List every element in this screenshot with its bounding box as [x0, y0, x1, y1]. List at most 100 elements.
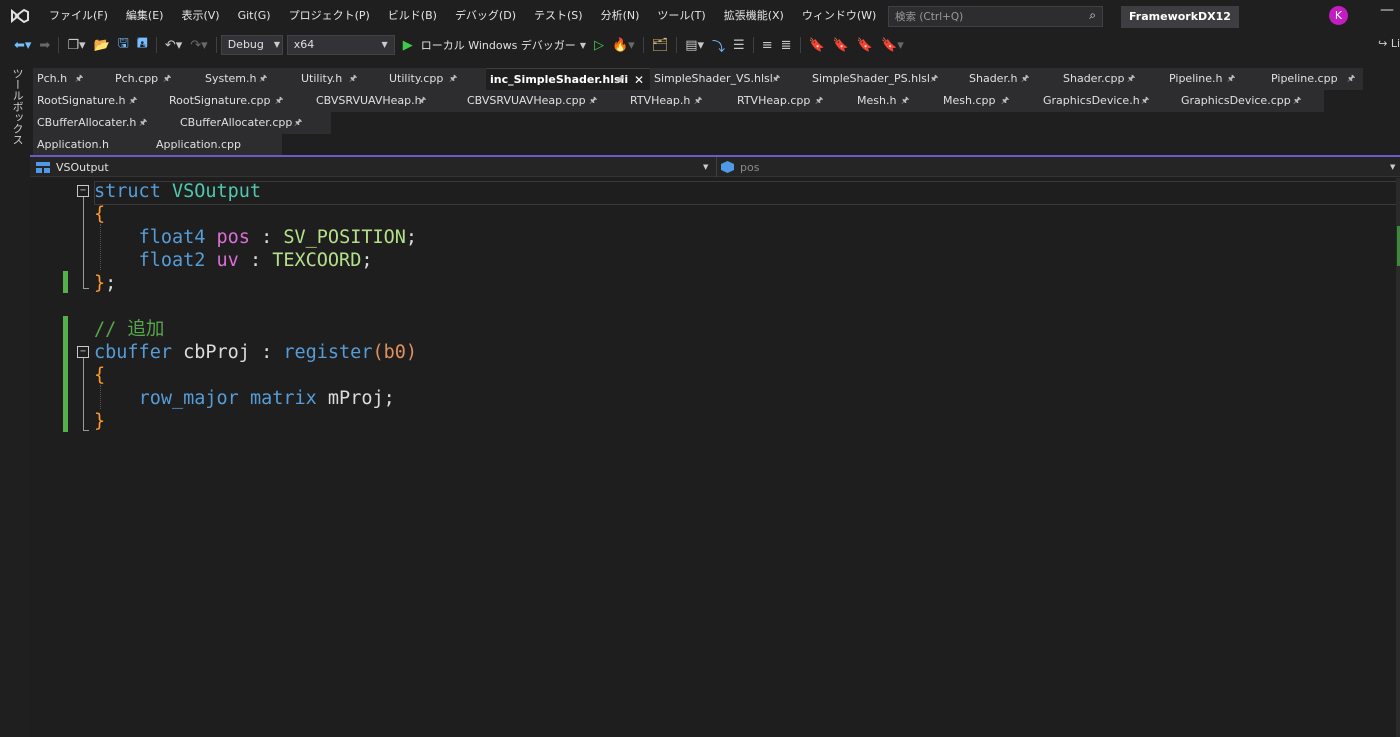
visual-studio-logo-icon[interactable]: [0, 0, 40, 32]
menu-analyze[interactable]: 分析(N): [592, 0, 649, 32]
code-line-2[interactable]: {: [94, 203, 105, 226]
tab-shader-h[interactable]: Shader.h 🖈: [965, 68, 1059, 90]
scope-dropdown[interactable]: VSOutput ▼: [30, 157, 713, 177]
forward-icon[interactable]: ➡: [39, 38, 50, 53]
tab-rootsignature-cpp[interactable]: RootSignature.cpp 🖈: [165, 90, 312, 112]
menu-git[interactable]: Git(G): [229, 0, 280, 32]
pin-icon[interactable]: 🖈: [694, 90, 702, 112]
menu-debug[interactable]: デバッグ(D): [446, 0, 525, 32]
tab-rootsignature-h[interactable]: RootSignature.h 🖈: [33, 90, 165, 112]
live-share-button[interactable]: ↪ Li: [1378, 37, 1400, 50]
undo-icon[interactable]: ↶▾: [165, 38, 182, 53]
code-line-1[interactable]: struct VSOutput: [94, 180, 261, 203]
solution-explorer-icon[interactable]: 🗂: [652, 38, 669, 53]
pin-icon[interactable]: 🖈: [129, 90, 137, 112]
clear-bookmarks-icon[interactable]: 🔖▾: [881, 38, 904, 53]
new-project-icon[interactable]: ❐▾: [67, 38, 85, 53]
pin-icon[interactable]: 🖈: [449, 68, 457, 90]
tab-application-h[interactable]: Application.h: [33, 134, 152, 156]
menu-project[interactable]: プロジェクト(P): [280, 0, 379, 32]
pin-icon[interactable]: 🖈: [275, 90, 283, 112]
minimize-icon[interactable]: —: [1380, 2, 1394, 18]
code-line-4[interactable]: float2 uv : TEXCOORD;: [94, 249, 373, 272]
tab-cbufferallocater-cpp[interactable]: CBufferAllocater.cpp 🖈: [176, 112, 331, 134]
window-layout-icon[interactable]: ▤▾: [685, 38, 704, 53]
pin-icon[interactable]: 🖈: [1001, 90, 1009, 112]
pin-icon[interactable]: 🖈: [589, 90, 597, 112]
tab-pch-h[interactable]: Pch.h 🖈: [33, 68, 111, 90]
code-line-8[interactable]: cbuffer cbProj : register(b0): [94, 341, 417, 364]
tab-cbvsrvuavheap-cpp[interactable]: CBVSRVUAVHeap.cpp 🖈: [463, 90, 626, 112]
configuration-dropdown[interactable]: Debug ▼: [220, 35, 283, 55]
member-dropdown[interactable]: pos ▼: [716, 157, 1400, 177]
pin-icon[interactable]: 🖈: [139, 112, 147, 134]
start-without-debugging-icon[interactable]: ▷: [594, 38, 604, 53]
tab-simpleshader-ps[interactable]: SimpleShader_PS.hlsl 🖈: [808, 68, 965, 90]
pin-icon[interactable]: 🖈: [418, 90, 426, 112]
chevron-down-icon[interactable]: ▼: [580, 41, 586, 50]
pin-icon[interactable]: 🖈: [1021, 68, 1029, 90]
save-all-icon[interactable]: 🖪: [137, 34, 148, 56]
pin-icon[interactable]: 🖈: [901, 90, 909, 112]
pin-icon[interactable]: 🖈: [1347, 68, 1355, 90]
tab-system-h[interactable]: System.h 🖈: [201, 68, 297, 90]
tab-simpleshader-vs[interactable]: SimpleShader_VS.hlsl 🖈: [650, 68, 808, 90]
code-line-7[interactable]: // 追加: [94, 318, 164, 341]
pin-icon[interactable]: 🖈: [259, 68, 267, 90]
tab-utility-cpp[interactable]: Utility.cpp 🖈: [385, 68, 486, 90]
pin-icon[interactable]: 🖈: [616, 69, 624, 91]
tab-pipeline-cpp[interactable]: Pipeline.cpp 🖈: [1267, 68, 1363, 90]
tab-shader-cpp[interactable]: Shader.cpp 🖈: [1059, 68, 1165, 90]
redo-icon[interactable]: ↷▾: [190, 38, 207, 53]
close-icon[interactable]: ✕: [634, 69, 644, 91]
bookmark-icon[interactable]: 🔖: [809, 38, 825, 53]
tab-rtvheap-h[interactable]: RTVHeap.h 🖈: [626, 90, 733, 112]
tab-cbufferallocater-h[interactable]: CBufferAllocater.h 🖈: [33, 112, 176, 134]
run-target-button[interactable]: ローカル Windows デバッガー: [421, 37, 576, 53]
code-line-10[interactable]: row_major matrix mProj;: [94, 387, 395, 410]
menu-build[interactable]: ビルド(B): [379, 0, 446, 32]
back-icon[interactable]: ⬅▾: [14, 38, 31, 53]
uncomment-lines-icon[interactable]: ≣: [781, 38, 792, 53]
pin-icon[interactable]: 🖈: [1227, 68, 1235, 90]
tab-inc-simpleshader-hlsli[interactable]: inc_SimpleShader.hlsli 🖈 ✕: [486, 68, 650, 90]
menu-file[interactable]: ファイル(F): [40, 0, 117, 32]
hot-reload-icon[interactable]: 🔥▾: [612, 38, 635, 53]
pin-icon[interactable]: 🖈: [930, 68, 938, 90]
pin-icon[interactable]: 🖈: [1141, 90, 1149, 112]
code-line-11[interactable]: }: [94, 410, 105, 433]
pin-icon[interactable]: 🖈: [75, 68, 83, 90]
toolbox-tab[interactable]: ツールボックス: [9, 68, 25, 145]
next-bookmark-icon[interactable]: 🔖: [857, 38, 873, 53]
tab-rtvheap-cpp[interactable]: RTVHeap.cpp 🖈: [733, 90, 853, 112]
menu-test[interactable]: テスト(S): [525, 0, 592, 32]
comment-lines-icon[interactable]: ≡: [762, 38, 773, 53]
step-icon[interactable]: ⤵: [712, 36, 725, 55]
platform-dropdown[interactable]: x64 ▼: [286, 35, 395, 55]
start-debugging-icon[interactable]: ▶: [403, 38, 413, 53]
tab-pipeline-h[interactable]: Pipeline.h 🖈: [1165, 68, 1267, 90]
tab-mesh-h[interactable]: Mesh.h 🖈: [853, 90, 939, 112]
save-icon[interactable]: 🖫: [118, 34, 129, 56]
code-line-3[interactable]: float4 pos : SV_POSITION;: [94, 226, 417, 249]
tab-pch-cpp[interactable]: Pch.cpp 🖈: [111, 68, 201, 90]
code-line-9[interactable]: {: [94, 364, 105, 387]
pin-icon[interactable]: 🖈: [163, 68, 171, 90]
pin-icon[interactable]: 🖈: [1127, 68, 1135, 90]
open-folder-icon[interactable]: 📂: [94, 38, 110, 53]
pin-icon[interactable]: 🖈: [815, 90, 823, 112]
prev-bookmark-icon[interactable]: 🔖: [833, 38, 849, 53]
menu-window[interactable]: ウィンドウ(W): [793, 0, 885, 32]
pin-icon[interactable]: 🖈: [772, 68, 780, 90]
avatar[interactable]: K: [1329, 6, 1348, 25]
pin-icon[interactable]: 🖈: [294, 112, 302, 134]
tab-application-cpp[interactable]: Application.cpp: [152, 134, 282, 156]
search-input[interactable]: 検索 (Ctrl+Q) ⌕: [888, 6, 1103, 27]
tab-utility-h[interactable]: Utility.h 🖈: [297, 68, 385, 90]
menu-view[interactable]: 表示(V): [172, 0, 228, 32]
tab-mesh-cpp[interactable]: Mesh.cpp 🖈: [939, 90, 1039, 112]
tab-graphicsdevice-cpp[interactable]: GraphicsDevice.cpp 🖈: [1177, 90, 1324, 112]
collapse-icon[interactable]: −: [77, 346, 89, 358]
menu-tools[interactable]: ツール(T): [648, 0, 714, 32]
tab-graphicsdevice-h[interactable]: GraphicsDevice.h 🖈: [1039, 90, 1177, 112]
